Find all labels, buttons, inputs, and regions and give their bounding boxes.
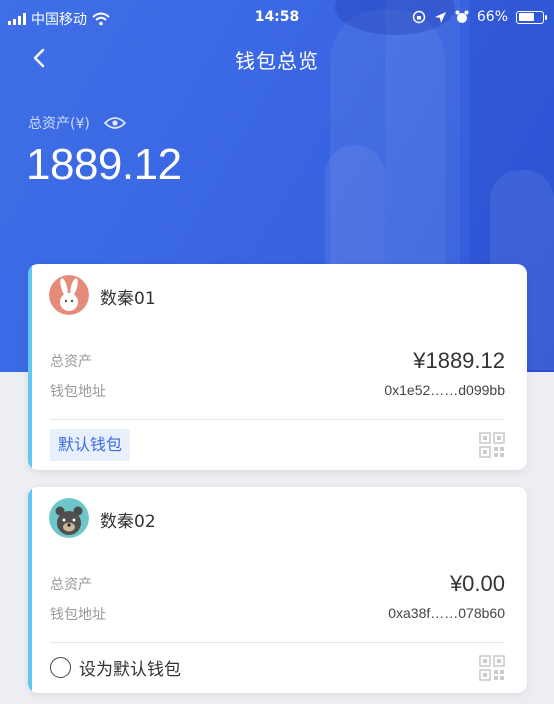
bear-avatar — [49, 498, 89, 538]
address-value: 0x1e52……d099bb — [384, 382, 505, 398]
address-label: 钱包地址 — [50, 384, 106, 400]
asset-value: ¥1889.12 — [413, 348, 505, 373]
qr-code-icon[interactable] — [479, 432, 505, 458]
wallet-card[interactable]: 数秦01 总资产 ¥1889.12 钱包地址 0x1e52……d099bb 默认… — [28, 264, 527, 470]
set-default-label: 设为默认钱包 — [79, 660, 181, 680]
set-default-wallet-button[interactable]: 设为默认钱包 — [50, 655, 181, 680]
wallet-card[interactable]: 数秦02 总资产 ¥0.00 钱包地址 0xa38f……078b60 设为默认钱… — [28, 487, 527, 693]
qr-code-icon[interactable] — [479, 655, 505, 681]
status-bar: 中国移动 14:58 66% — [0, 0, 554, 34]
wallet-name: 数秦02 — [100, 512, 156, 532]
nav-bar: 钱包总览 — [0, 38, 554, 78]
radio-circle-icon[interactable] — [50, 657, 71, 678]
asset-value: ¥0.00 — [449, 571, 505, 596]
battery-percent: 66% — [476, 9, 508, 25]
total-assets-value: 1889.12 — [26, 140, 182, 189]
address-value: 0xa38f……078b60 — [388, 605, 505, 621]
card-accent-stripe — [28, 264, 32, 470]
rabbit-avatar — [49, 275, 89, 315]
wallet-name: 数秦01 — [100, 289, 156, 309]
divider — [50, 419, 505, 420]
page-title: 钱包总览 — [235, 49, 319, 73]
battery-icon — [516, 10, 547, 24]
card-accent-stripe — [28, 487, 32, 693]
address-label: 钱包地址 — [50, 607, 106, 623]
default-wallet-badge: 默认钱包 — [50, 429, 131, 461]
location-icon — [434, 11, 446, 23]
asset-label: 总资产 — [50, 354, 92, 370]
total-assets-header: 总资产(¥) — [28, 113, 126, 133]
alarm-icon — [455, 10, 469, 23]
total-assets-label: 总资产(¥) — [28, 116, 90, 132]
eye-icon[interactable] — [103, 115, 126, 131]
asset-label: 总资产 — [50, 577, 92, 593]
lock-rotation-icon — [412, 10, 426, 24]
divider — [50, 642, 505, 643]
